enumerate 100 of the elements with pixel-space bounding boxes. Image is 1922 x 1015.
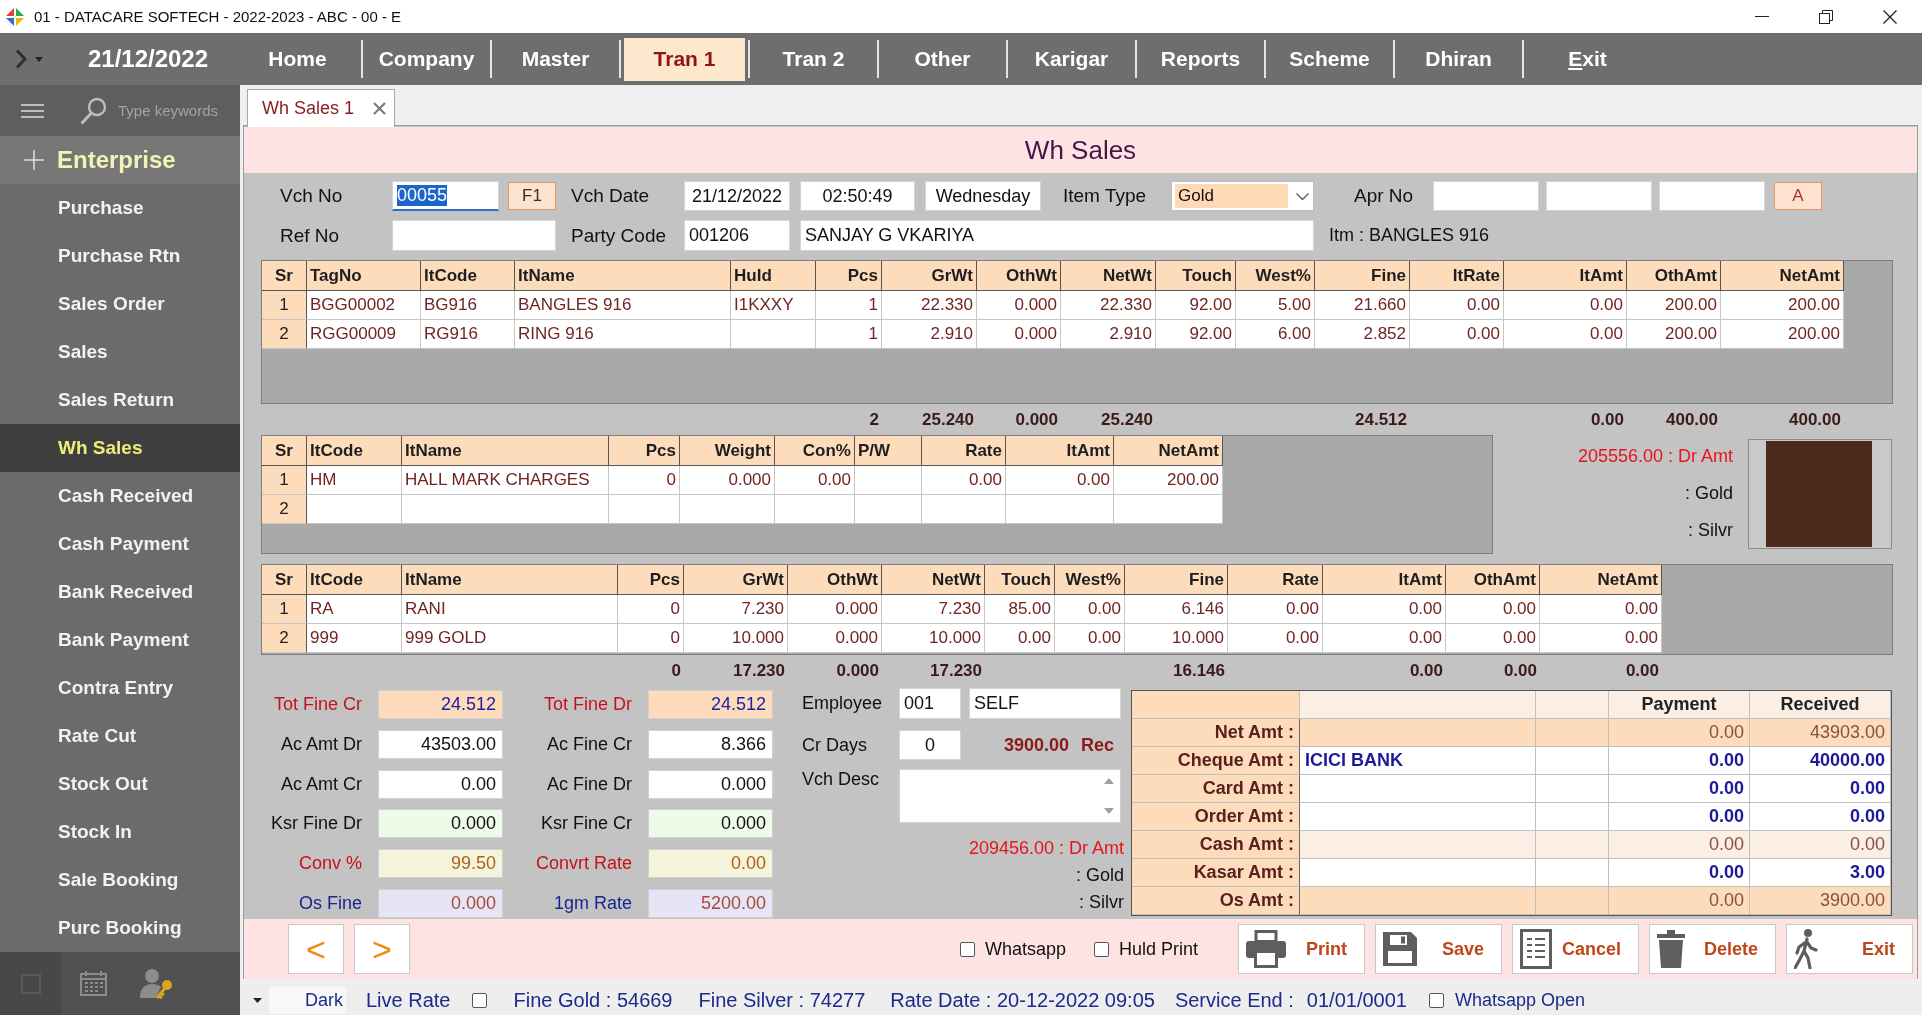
apr-no-field[interactable] <box>1659 181 1765 211</box>
sidebar-item[interactable]: Bank Payment <box>0 616 240 664</box>
sidebar-item[interactable]: Contra Entry <box>0 664 240 712</box>
sidebar-item[interactable]: Wh Sales <box>0 424 240 472</box>
table-cell: 0.000 <box>788 624 882 653</box>
menu-item[interactable]: Company <box>366 37 487 81</box>
checkbox[interactable] <box>471 993 487 1009</box>
sidebar-item[interactable]: Sale Booking <box>0 856 240 904</box>
cancel-button[interactable]: Cancel <box>1512 924 1639 974</box>
field-label: Vch Date <box>571 185 650 207</box>
search-field[interactable]: Type keywords <box>80 96 219 125</box>
exit-button[interactable]: Exit <box>1786 924 1913 974</box>
amount-field[interactable]: 99.50 <box>378 849 503 879</box>
sidebar-item[interactable]: Purc Booking <box>0 904 240 952</box>
calendar-icon[interactable] <box>80 971 107 996</box>
sidebar-item[interactable]: Cash Payment <box>0 520 240 568</box>
save-button[interactable]: Save <box>1375 924 1502 974</box>
checkbox-label[interactable]: Whatsapp <box>984 938 1066 960</box>
amount-field[interactable]: 0.000 <box>648 769 773 799</box>
close-icon[interactable] <box>1883 9 1897 24</box>
table-cell: 22.330 <box>1061 291 1156 320</box>
plus-icon <box>24 150 44 170</box>
caret-down-icon[interactable] <box>253 997 262 1003</box>
delete-button[interactable]: Delete <box>1649 924 1776 974</box>
menu-item[interactable]: Scheme <box>1269 37 1390 81</box>
column-header: ItCode <box>421 261 515 291</box>
sidebar-item[interactable]: Bank Received <box>0 568 240 616</box>
column-header: Payment <box>1609 691 1750 719</box>
amount-field[interactable]: 24.512 <box>378 690 503 719</box>
menu-item[interactable]: Reports <box>1140 37 1261 81</box>
field-label: Apr No <box>1354 185 1414 207</box>
row-label: Os Amt : <box>1132 887 1300 915</box>
vch-desc-field[interactable] <box>899 769 1121 823</box>
amount-field[interactable]: 0.000 <box>378 889 503 918</box>
sidebar-item[interactable]: Cash Received <box>0 472 240 520</box>
checkbox-label[interactable]: Whatsapp Open <box>1454 989 1586 1011</box>
menu-item[interactable]: Tran 1 <box>624 37 745 81</box>
sidebar-item[interactable]: Stock Out <box>0 760 240 808</box>
section-header[interactable]: Enterprise <box>0 136 240 184</box>
menu-item[interactable]: Karigar <box>1011 37 1132 81</box>
sidebar-item[interactable]: Stock In <box>0 808 240 856</box>
sidebar-item[interactable]: Purchase <box>0 184 240 232</box>
amount-field[interactable]: 43503.00 <box>378 729 503 759</box>
lookup-button[interactable]: F1 <box>508 182 556 210</box>
table-cell: 200.00 <box>1721 320 1844 349</box>
amount-field[interactable]: 0.00 <box>378 769 503 799</box>
user-key-icon[interactable] <box>140 967 175 1000</box>
scroll-up-arrow-icon[interactable] <box>1104 778 1114 784</box>
menu-item[interactable]: Exit <box>1527 37 1648 81</box>
menu-item[interactable]: Other <box>882 37 1003 81</box>
sidebar-item[interactable]: Sales Return <box>0 376 240 424</box>
menu-item[interactable]: Tran 2 <box>753 37 874 81</box>
theme-dropdown[interactable]: Dark <box>269 986 346 1014</box>
menu-item[interactable]: Home <box>237 37 358 81</box>
sidebar-item[interactable]: Purchase Rtn <box>0 232 240 280</box>
apr-no-field[interactable] <box>1546 181 1652 211</box>
chevron-right-icon[interactable] <box>15 49 27 69</box>
ref-no-field[interactable] <box>392 220 556 251</box>
date-field[interactable]: 21/12/2022 <box>684 181 790 211</box>
print-button[interactable]: Print <box>1238 924 1365 974</box>
column-total: 0.00 <box>1590 409 1624 430</box>
scroll-down-arrow-icon[interactable] <box>1104 808 1114 814</box>
amount-field[interactable]: 0.00 <box>648 849 773 879</box>
amount-field[interactable]: 24.512 <box>648 690 773 719</box>
apr-no-field[interactable] <box>1433 181 1539 211</box>
amount-field[interactable]: 5200.00 <box>648 889 773 918</box>
table-cell: BANGLES 916 <box>515 291 731 320</box>
cr-days-field[interactable]: 0 <box>899 730 961 760</box>
employee-code-field[interactable]: 001 <box>899 688 961 719</box>
party-code-field[interactable]: 001206 <box>684 220 790 251</box>
table-cell: 0 <box>618 624 684 653</box>
item-type-dropdown[interactable]: Gold <box>1171 181 1314 211</box>
menu-icon[interactable] <box>21 103 44 118</box>
field-label: Os Fine <box>298 893 362 914</box>
table-cell: 0.00 <box>985 624 1055 653</box>
employee-name-field[interactable]: SELF <box>969 688 1121 719</box>
amount-field[interactable]: 8.366 <box>648 729 773 759</box>
column-total: 25.240 <box>922 409 974 430</box>
restore-icon[interactable] <box>1819 9 1833 24</box>
table-cell: 5.00 <box>1236 291 1315 320</box>
checkbox-label[interactable]: Huld Print <box>1118 938 1198 960</box>
sidebar-item[interactable]: Sales Order <box>0 280 240 328</box>
checkbox[interactable] <box>1428 993 1444 1009</box>
sidebar-item[interactable]: Rate Cut <box>0 712 240 760</box>
checkbox[interactable] <box>1093 941 1109 957</box>
amount-field[interactable]: 0.000 <box>648 809 773 839</box>
checkbox[interactable] <box>959 941 975 957</box>
menu-item[interactable]: Master <box>495 37 616 81</box>
amount-field[interactable]: 0.000 <box>378 809 503 839</box>
party-name-field[interactable]: SANJAY G VKARIYA <box>800 220 1314 251</box>
tab[interactable]: Wh Sales 1 <box>247 89 396 127</box>
sidebar-item[interactable]: Sales <box>0 328 240 376</box>
time-field[interactable]: 02:50:49 <box>800 181 915 211</box>
amount-text: 3900.00 <box>1003 734 1069 756</box>
vch-no-field[interactable]: 00055 <box>392 181 499 211</box>
menu-item[interactable]: Dhiran <box>1398 37 1519 81</box>
table-cell: 2.910 <box>882 320 977 349</box>
column-header: NetAmt <box>1721 261 1844 291</box>
status-label: Live Rate <box>366 988 451 1012</box>
approval-button[interactable]: A <box>1774 182 1822 210</box>
